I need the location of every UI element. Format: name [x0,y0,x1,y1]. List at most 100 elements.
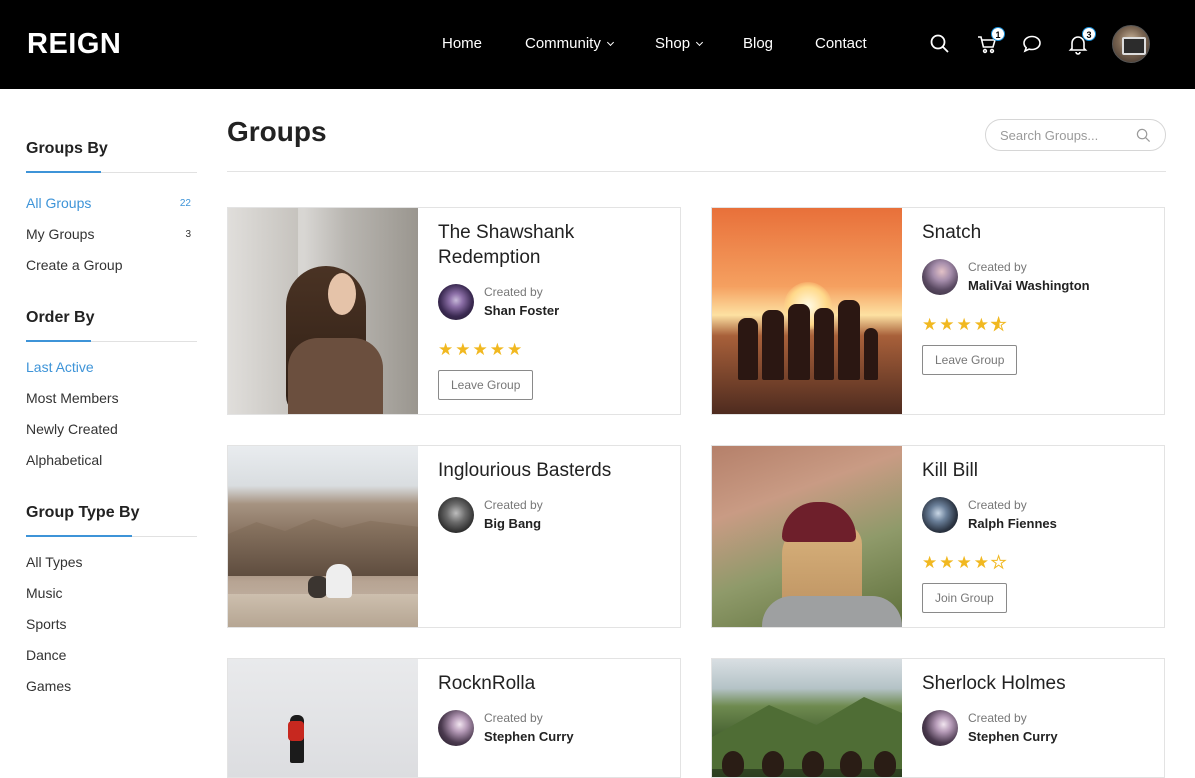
creator-name[interactable]: Stephen Curry [968,729,1058,744]
star-icon: ★ [956,315,974,334]
filter-all-groups[interactable]: All Groups 22 [26,188,197,219]
star-icon: ★ [922,553,940,572]
star-icon: ★ [939,553,957,572]
nav-shop[interactable]: Shop [655,35,704,52]
creator-avatar[interactable] [438,497,474,533]
type-games[interactable]: Games [26,671,197,702]
order-by-list: Last Active Most Members Newly Created A… [26,352,197,476]
chat-icon[interactable] [1020,32,1044,56]
leave-group-button[interactable]: Leave Group [438,370,534,400]
nav-community[interactable]: Community [525,35,614,52]
order-last-active[interactable]: Last Active [26,352,197,383]
star-icon: ★ [472,340,490,359]
leave-group-button[interactable]: Leave Group [922,345,1018,375]
group-card: Sherlock Holmes Created by Stephen Curry [711,658,1165,778]
created-by-label: Created by [484,498,543,512]
notifications-button[interactable]: 3 [1066,27,1096,56]
user-avatar[interactable] [1112,25,1150,63]
order-alphabetical[interactable]: Alphabetical [26,445,197,476]
group-card: RocknRolla Created by Stephen Curry [227,658,681,778]
creator-name[interactable]: Big Bang [484,516,541,531]
group-type-list: All Types Music Sports Dance Games [26,547,197,702]
group-creator: Created by Stephen Curry [438,710,668,746]
group-title[interactable]: Kill Bill [922,458,1152,483]
creator-avatar[interactable] [438,284,474,320]
order-most-members[interactable]: Most Members [26,383,197,414]
nav-blog[interactable]: Blog [743,35,773,52]
nav-blog-label: Blog [743,35,774,52]
type-all-types[interactable]: All Types [26,547,197,578]
group-card: Inglourious Basterds Created by Big Bang [227,445,681,628]
nav-home[interactable]: Home [442,35,482,52]
group-title[interactable]: Sherlock Holmes [922,671,1152,696]
search-input[interactable] [1000,126,1135,144]
star-icon: ★ [922,315,940,334]
site-logo[interactable]: REIGN [27,28,121,61]
group-creator: Created by Stephen Curry [922,710,1152,746]
creator-name[interactable]: Ralph Fiennes [968,516,1057,531]
nav-community-label: Community [525,35,601,52]
groups-by-section: Groups By All Groups 22 My Groups 3 Create… [26,140,197,281]
star-icon: ★ [956,553,974,572]
search-icon[interactable] [928,32,952,56]
creator-avatar[interactable] [438,710,474,746]
order-newly-created[interactable]: Newly Created [26,414,197,445]
star-icon: ★ [489,340,507,359]
rating-stars: ★★★★★ [922,315,1152,334]
group-cover-image[interactable] [228,659,418,777]
search-icon[interactable] [1136,128,1151,143]
filter-count: 22 [179,198,191,209]
group-title[interactable]: RocknRolla [438,671,668,696]
group-title[interactable]: The Shawshank Redemption [438,220,668,270]
created-by-label: Created by [484,285,543,299]
group-card: The Shawshank Redemption Created by Shan… [227,207,681,415]
group-card-body: Snatch Created by MaliVai Washington ★★★… [922,220,1152,375]
group-creator: Created by MaliVai Washington [922,259,1152,295]
filter-label: My Groups [26,226,95,242]
chevron-down-icon [696,38,704,47]
star-icon: ★ [973,553,991,572]
creator-name[interactable]: Shan Foster [484,303,559,318]
group-creator: Created by Shan Foster [438,284,668,320]
group-title[interactable]: Snatch [922,220,1152,245]
section-divider [26,171,197,173]
created-by-label: Created by [968,711,1027,725]
filter-my-groups[interactable]: My Groups 3 [26,219,197,250]
type-sports[interactable]: Sports [26,609,197,640]
cart-button[interactable]: 1 [975,27,1005,56]
group-card-body: Sherlock Holmes Created by Stephen Curry [922,671,1152,746]
top-navbar: REIGN Home Community Shop Blog Contact 1… [0,0,1195,89]
nav-contact[interactable]: Contact [815,35,867,52]
star-icon: ★ [939,315,957,334]
creator-name[interactable]: MaliVai Washington [968,278,1090,293]
creator-avatar[interactable] [922,710,958,746]
group-title[interactable]: Inglourious Basterds [438,458,668,483]
star-icon: ★ [973,315,991,334]
join-group-button[interactable]: Join Group [922,583,1007,613]
search-box [985,119,1166,151]
rating-stars: ★★★★★ [438,340,668,359]
group-cover-image[interactable] [712,208,902,414]
group-card: Kill Bill Created by Ralph Fiennes ★★★★★… [711,445,1165,628]
group-cover-image[interactable] [712,659,902,777]
creator-avatar[interactable] [922,497,958,533]
type-music[interactable]: Music [26,578,197,609]
group-cover-image[interactable] [228,208,418,414]
created-by-label: Created by [968,498,1027,512]
star-empty-icon: ★ [990,553,1009,572]
cart-count-badge: 1 [991,27,1005,41]
group-cover-image[interactable] [712,446,902,627]
groups-by-list: All Groups 22 My Groups 3 Create a Group [26,188,197,281]
group-cover-image[interactable] [228,446,418,627]
create-group-link[interactable]: Create a Group [26,250,197,281]
creator-name[interactable]: Stephen Curry [484,729,574,744]
group-card-body: The Shawshank Redemption Created by Shan… [438,220,668,400]
group-type-title: Group Type By [26,504,140,521]
order-by-section: Order By Last Active Most Members Newly … [26,309,197,476]
star-icon: ★ [438,340,456,359]
section-divider [26,340,197,342]
creator-avatar[interactable] [922,259,958,295]
type-dance[interactable]: Dance [26,640,197,671]
groups-by-title: Groups By [26,140,108,157]
created-by-label: Created by [968,260,1027,274]
